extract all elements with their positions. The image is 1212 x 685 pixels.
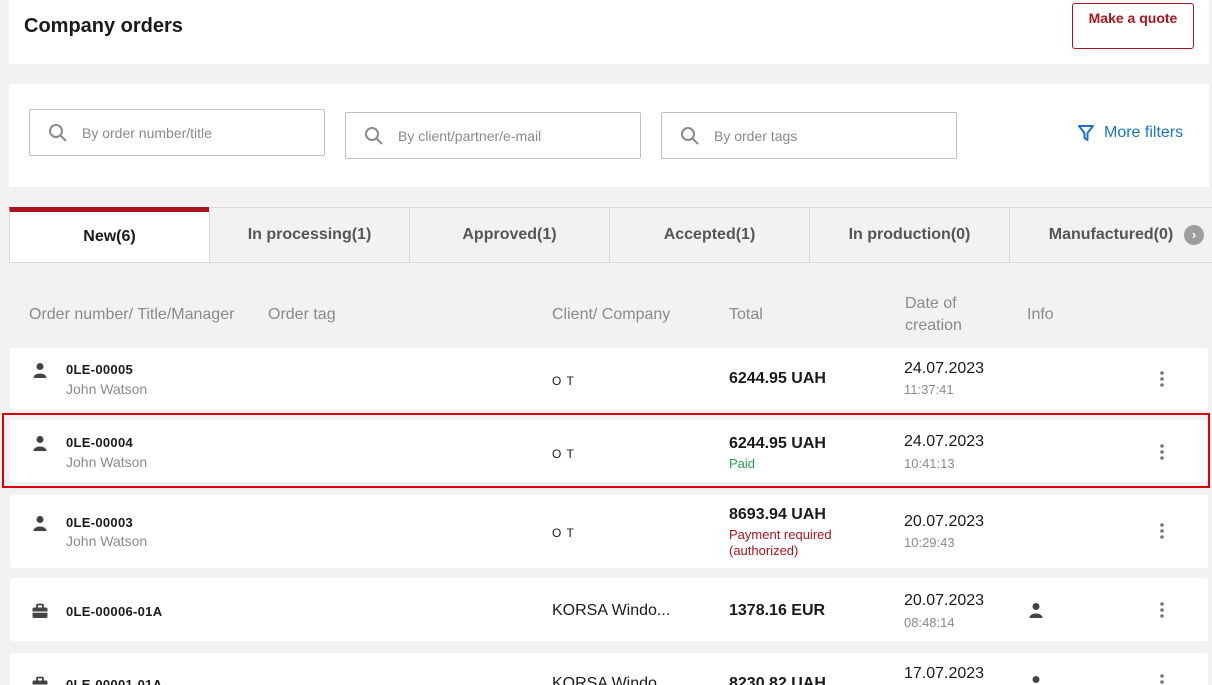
person-icon [33, 516, 47, 531]
page-title: Company orders [24, 15, 183, 37]
order-search-placeholder: By order number/title [82, 125, 212, 141]
order-total: 6244.95 UAH [729, 435, 826, 452]
order-client: KORSA Windo... [552, 675, 671, 685]
status-tabs: New(6) In processing(1) Approved(1) Acce… [9, 207, 1212, 263]
order-row[interactable]: 0LE-00006-01A KORSA Windo... 1378.16 EUR… [10, 578, 1208, 641]
order-number[interactable]: 0LE-00001-01A [66, 677, 162, 685]
briefcase-icon [32, 676, 48, 685]
client-search-input[interactable]: By client/partner/e-mail [345, 112, 641, 159]
person-icon[interactable] [1028, 602, 1044, 618]
tab-new[interactable]: New(6) [9, 207, 209, 263]
client-search-placeholder: By client/partner/e-mail [398, 128, 542, 144]
more-options-icon[interactable] [1158, 522, 1166, 540]
column-tag: Order tag [268, 306, 336, 323]
more-options-icon[interactable] [1158, 601, 1166, 619]
more-options-icon[interactable] [1158, 370, 1166, 388]
filter-icon [1078, 125, 1094, 141]
tabs-scroll-right-button[interactable]: › [1184, 225, 1204, 245]
order-total: 8693.94 UAH [729, 506, 826, 523]
order-client: KORSA Windo... [552, 602, 671, 619]
search-icon [681, 127, 699, 145]
payment-status: Paid [729, 456, 756, 471]
order-time: 11:37:41 [904, 382, 954, 397]
tags-search-input[interactable]: By order tags [661, 112, 957, 159]
order-client: O T [552, 447, 575, 461]
column-info: Info [1027, 306, 1054, 323]
column-date: Date of creation [905, 295, 962, 334]
order-total: 6244.95 UAH [729, 370, 826, 387]
filter-bar: By order number/title By client/partner/… [9, 84, 1209, 187]
column-order: Order number/ Title/Manager [29, 306, 235, 323]
order-number[interactable]: 0LE-00003 [66, 515, 133, 530]
order-row[interactable]: 0LE-00005 John Watson O T 6244.95 UAH 24… [10, 348, 1208, 410]
order-number[interactable]: 0LE-00005 [66, 362, 133, 377]
search-icon [49, 124, 67, 142]
order-total: 8230.82 UAH [729, 675, 826, 685]
column-client: Client/ Company [552, 306, 671, 323]
column-total: Total [729, 306, 763, 323]
order-client: O T [552, 374, 575, 388]
person-icon[interactable] [1028, 675, 1044, 685]
tags-search-placeholder: By order tags [714, 128, 798, 144]
person-icon [33, 363, 47, 378]
more-options-icon[interactable] [1158, 673, 1166, 685]
order-date: 17.07.2023 [904, 665, 985, 682]
order-time: 10:41:13 [904, 456, 955, 471]
order-date: 20.07.2023 [904, 592, 985, 609]
order-time: 08:48:14 [904, 615, 955, 630]
search-icon [365, 127, 383, 145]
more-options-icon[interactable] [1158, 443, 1166, 461]
briefcase-icon [32, 603, 48, 618]
order-row[interactable]: 0LE-00003 John Watson O T 8693.94 UAH Pa… [10, 495, 1208, 568]
tab-in-processing[interactable]: In processing(1) [209, 207, 409, 263]
order-search-input[interactable]: By order number/title [29, 109, 325, 156]
payment-status: Payment required (authorized) [729, 527, 832, 558]
tab-in-production[interactable]: In production(0) [809, 207, 1009, 263]
person-icon [33, 436, 47, 451]
order-number[interactable]: 0LE-00006-01A [66, 604, 162, 619]
order-date: 24.07.2023 [904, 433, 985, 450]
more-filters-button[interactable]: More filters [1077, 124, 1183, 142]
order-date: 24.07.2023 [904, 360, 985, 377]
tab-accepted[interactable]: Accepted(1) [609, 207, 809, 263]
order-manager: John Watson [66, 454, 148, 470]
make-quote-button[interactable]: Make a quote [1072, 3, 1194, 49]
more-filters-label: More filters [1104, 124, 1184, 141]
order-total: 1378.16 EUR [729, 602, 826, 619]
order-manager: John Watson [66, 533, 148, 549]
order-client: O T [552, 526, 575, 540]
order-number[interactable]: 0LE-00004 [66, 435, 133, 450]
order-row[interactable]: 0LE-00001-01A KORSA Windo... 8230.82 UAH… [10, 653, 1208, 685]
tab-approved[interactable]: Approved(1) [409, 207, 609, 263]
order-time: 10:29:43 [904, 535, 955, 550]
order-row[interactable]: 0LE-00004 John Watson O T 6244.95 UAH Pa… [10, 420, 1208, 482]
page-header: Company orders Make a quote [9, 0, 1209, 64]
order-date: 20.07.2023 [904, 513, 985, 530]
tab-manufactured[interactable]: Manufactured(0) [1009, 207, 1212, 263]
order-manager: John Watson [66, 381, 148, 397]
